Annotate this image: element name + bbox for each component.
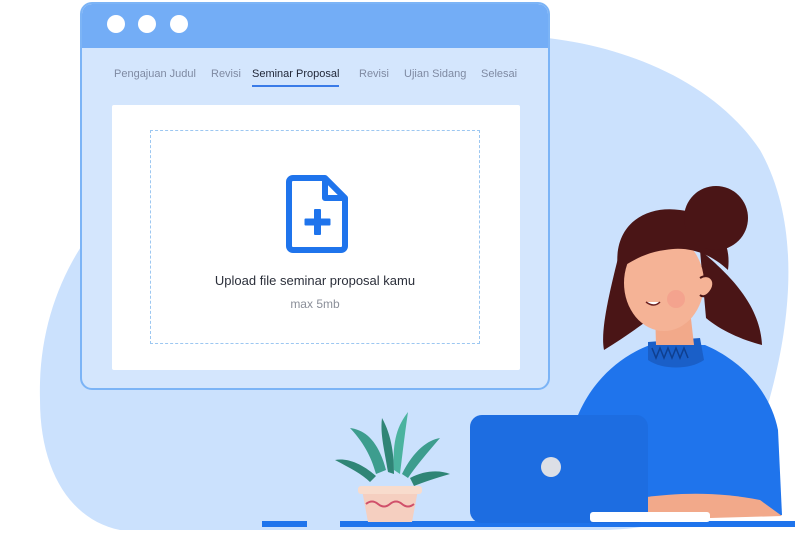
student-illustration xyxy=(262,186,795,527)
plant-illustration xyxy=(335,412,450,522)
upload-scene: Pengajuan Judul Revisi Seminar Proposal … xyxy=(0,0,803,538)
